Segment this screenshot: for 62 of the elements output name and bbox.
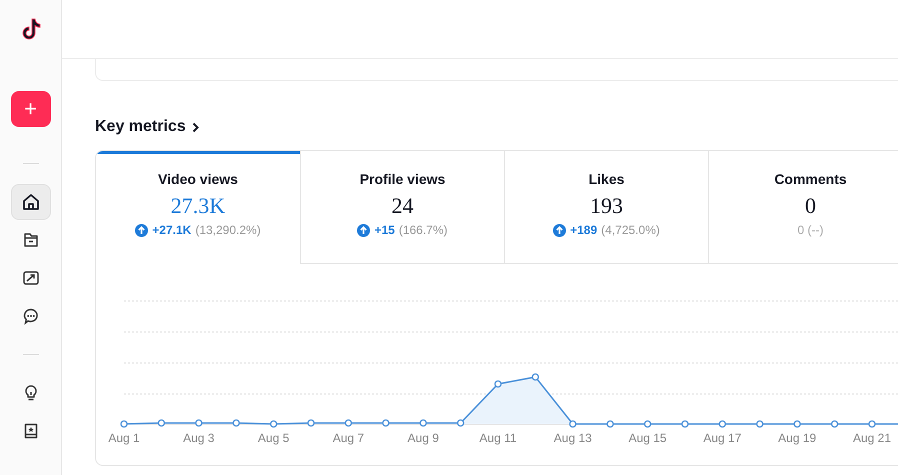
data-point — [270, 420, 278, 428]
metric-value: 24 — [392, 193, 414, 219]
metric-percent: (166.7%) — [398, 223, 448, 237]
create-button[interactable]: + — [10, 91, 50, 127]
up-arrow-icon — [135, 224, 148, 236]
data-point — [344, 419, 352, 427]
data-point — [569, 420, 576, 428]
chat-bubble-icon — [22, 307, 40, 325]
metric-percent: (13,290.2%) — [195, 223, 261, 237]
axis-label: Aug 3 — [183, 431, 214, 445]
axis-label: Aug 7 — [332, 431, 364, 445]
data-point — [532, 373, 540, 381]
data-point — [420, 419, 427, 427]
data-point — [606, 420, 614, 428]
metric-change: +27.1K — [152, 223, 192, 237]
metric-label: Profile views — [360, 171, 446, 187]
music-note-logo-icon[interactable] — [20, 18, 40, 40]
data-point — [195, 419, 202, 427]
axis-label: Aug 13 — [554, 431, 592, 445]
axis-label: Aug 21 — [852, 431, 892, 445]
metric-change: +15 — [374, 223, 395, 237]
axis-label: Aug 11 — [479, 431, 517, 445]
metric-label: Comments — [774, 171, 847, 187]
metric-value: 0 — [805, 193, 816, 219]
chart-icon — [22, 269, 40, 287]
axis-label: Aug 5 — [258, 431, 290, 445]
axis-label: Aug 15 — [628, 431, 667, 445]
data-point — [494, 380, 502, 388]
up-arrow-icon — [553, 224, 566, 236]
folder-icon — [22, 231, 40, 249]
metric-change: +189 — [570, 223, 598, 237]
chevron-right-icon[interactable] — [192, 122, 199, 132]
metric-label: Likes — [588, 171, 624, 187]
metric-label: Video views — [158, 171, 238, 187]
data-point — [681, 420, 689, 428]
metric-percent: (4,725.0%) — [601, 223, 660, 237]
axis-label: Aug 19 — [778, 431, 816, 445]
up-arrow-icon — [357, 224, 370, 236]
data-point — [756, 420, 764, 428]
data-point — [120, 420, 128, 428]
data-point — [232, 419, 240, 427]
axis-label: Aug 17 — [703, 431, 742, 445]
data-point — [456, 419, 464, 427]
data-point — [830, 420, 838, 428]
axis-label: Aug 9 — [408, 431, 439, 445]
metric-tab[interactable]: Likes 193 +189 (4,725.0%) — [504, 151, 708, 264]
section-title[interactable]: Key metrics — [95, 118, 186, 136]
data-point — [382, 419, 390, 427]
data-point — [158, 419, 166, 427]
axis-label: Aug 1 — [108, 431, 140, 445]
home-nav-button[interactable] — [10, 184, 50, 220]
data-point — [307, 419, 315, 427]
metric-tab[interactable]: Comments 0 0 (--) — [708, 151, 898, 264]
metric-tab[interactable]: Profile views 24 +15 (166.7%) — [300, 151, 504, 264]
data-point — [644, 420, 652, 428]
metric-value: 193 — [590, 193, 623, 219]
data-point — [718, 420, 726, 428]
data-point — [868, 420, 876, 428]
data-point — [794, 420, 801, 428]
metric-change: 0 (--) — [798, 223, 824, 237]
home-icon — [22, 193, 40, 211]
metric-value: 27.3K — [170, 193, 226, 219]
